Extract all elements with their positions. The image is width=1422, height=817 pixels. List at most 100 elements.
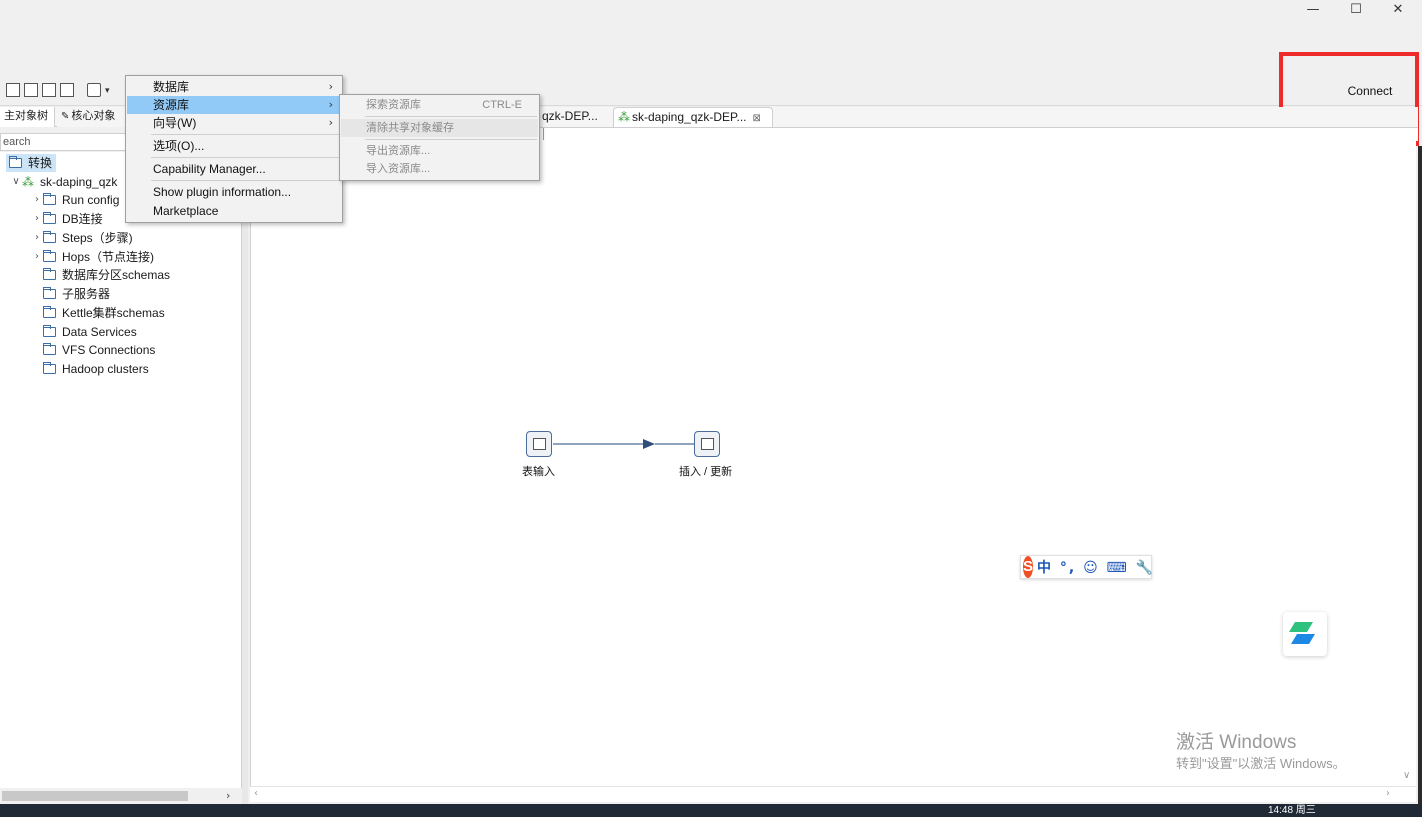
scroll-right-icon[interactable]: › xyxy=(1386,788,1390,799)
tree-item-vfs-connections[interactable]: VFS Connections xyxy=(43,341,155,359)
tree-item-hadoop-clusters[interactable]: Hadoop clusters xyxy=(43,360,149,378)
app-logo-icon[interactable] xyxy=(1283,612,1327,656)
tree-item-hops[interactable]: › Hops（节点连接) xyxy=(31,248,154,266)
folder-icon xyxy=(43,287,56,299)
submenu-item-explore-repository[interactable]: 探索资源库 CTRL-E xyxy=(341,96,538,114)
submenu-item-import-repository[interactable]: 导入资源库... xyxy=(341,160,538,178)
hop-arrow[interactable] xyxy=(553,436,695,452)
dropdown-caret-icon[interactable]: ▾ xyxy=(105,86,110,96)
collapsed-icon[interactable]: › xyxy=(31,229,43,247)
watermark-subtitle: 转到"设置"以激活 Windows。 xyxy=(1176,756,1346,771)
insert-update-icon xyxy=(701,438,714,450)
shortcut-label: CTRL-E xyxy=(482,99,522,111)
tree-item-steps[interactable]: › Steps（步骤) xyxy=(31,229,133,247)
menu-separator xyxy=(151,180,341,181)
tree-item-label: Run config xyxy=(62,193,120,207)
tab-core-objects-label: 核心对象 xyxy=(71,110,116,122)
menu-item-marketplace[interactable]: Marketplace xyxy=(127,202,341,220)
save-icon[interactable] xyxy=(42,83,56,97)
transformation-icon: ⁂ xyxy=(618,110,630,124)
scrollbar-thumb[interactable] xyxy=(2,791,188,801)
submenu-arrow-icon: › xyxy=(328,80,333,93)
tree-item-label: 数据库分区schemas xyxy=(62,268,171,282)
collapsed-icon[interactable]: › xyxy=(31,191,43,209)
tab-close-icon[interactable]: ⊠ xyxy=(753,113,761,124)
tab-core-objects[interactable]: ✎ 核心对象 xyxy=(57,107,127,127)
submenu-item-label: 探索资源库 xyxy=(366,99,421,111)
collapsed-icon[interactable]: › xyxy=(31,248,43,266)
menu-separator xyxy=(365,116,537,117)
tree-item-db[interactable]: › DB连接 xyxy=(31,210,103,228)
submenu-arrow-icon: › xyxy=(328,98,333,111)
ime-status[interactable]: 中 °, ☺ ⌨ 🔧 xyxy=(1037,557,1155,577)
transformation-canvas[interactable] xyxy=(250,141,1416,786)
ime-toolbar[interactable]: S 中 °, ☺ ⌨ 🔧 xyxy=(1020,555,1155,579)
folder-icon xyxy=(43,306,56,318)
menu-item-label: 数据库 xyxy=(153,80,190,94)
folder-icon xyxy=(43,268,56,280)
bottom-horizontal-scrollbar[interactable] xyxy=(250,786,1416,802)
search-input[interactable]: earch xyxy=(0,133,128,151)
tree-item-slave-servers[interactable]: 子服务器 xyxy=(43,285,110,303)
menu-item-repository[interactable]: 资源库 › xyxy=(127,96,341,114)
minimize-icon[interactable]: — xyxy=(1293,0,1333,18)
tab-label: sk-daping_qzk-DEP... xyxy=(632,110,747,124)
tree-item-run-config[interactable]: › Run config xyxy=(31,191,119,209)
object-tree: 转换 ∨ ⁂ sk-daping_qzk › Run config › DB连接… xyxy=(0,152,242,788)
tree-item-label: Hops（节点连接) xyxy=(62,250,155,264)
folder-icon xyxy=(43,250,56,262)
scroll-left-icon[interactable]: ‹ xyxy=(254,788,258,799)
table-input-icon xyxy=(533,438,546,450)
menu-separator xyxy=(365,139,537,140)
maximize-icon[interactable]: ☐ xyxy=(1336,0,1376,18)
menu-item-wizard[interactable]: 向导(W) › xyxy=(127,114,341,132)
folder-icon xyxy=(43,325,56,337)
subtab-divider xyxy=(540,128,544,140)
tab-main-object-tree[interactable]: 主对象树 xyxy=(0,107,55,127)
layers-icon[interactable] xyxy=(87,83,101,97)
window-edge xyxy=(1418,146,1422,804)
tree-root[interactable]: 转换 xyxy=(6,154,57,172)
scroll-down-icon[interactable]: ∨ xyxy=(1403,770,1410,781)
logo-graphic xyxy=(1289,622,1315,644)
tree-item-partition-schemas[interactable]: 数据库分区schemas xyxy=(43,266,170,284)
step-insert-update[interactable] xyxy=(694,431,720,457)
folder-icon xyxy=(43,343,56,355)
left-horizontal-scrollbar[interactable]: › xyxy=(0,788,242,804)
tree-item-data-services[interactable]: Data Services xyxy=(43,323,137,341)
folder-icon xyxy=(43,193,56,205)
step-table-input[interactable] xyxy=(526,431,552,457)
tree-item-label: Steps（步骤) xyxy=(62,231,133,245)
tree-item-cluster-schemas[interactable]: Kettle集群schemas xyxy=(43,304,165,322)
step-label: 表输入 xyxy=(522,466,555,478)
close-icon[interactable]: ✕ xyxy=(1378,0,1418,18)
right-vertical-scrollbar[interactable] xyxy=(1400,141,1416,786)
submenu-item-export-repository[interactable]: 导出资源库... xyxy=(341,142,538,160)
tree-transformation-label: sk-daping_qzk xyxy=(40,175,118,189)
tree-item-label: Hadoop clusters xyxy=(62,362,149,376)
menu-item-options[interactable]: 选项(O)... xyxy=(127,137,341,155)
folder-icon xyxy=(43,362,56,374)
menu-item-label: 资源库 xyxy=(153,98,190,112)
expand-icon[interactable]: ∨ xyxy=(10,173,22,191)
pencil-icon: ✎ xyxy=(61,111,70,122)
ime-logo-icon[interactable]: S xyxy=(1023,556,1034,578)
tools-menu: 数据库 › 资源库 › 向导(W) › 选项(O)... Capability … xyxy=(125,75,343,223)
tree-root-label: 转换 xyxy=(28,156,53,170)
collapsed-icon[interactable]: › xyxy=(31,210,43,228)
activation-watermark: 激活 Windows 转到"设置"以激活 Windows。 xyxy=(1176,732,1346,773)
new-file-icon[interactable] xyxy=(6,83,20,97)
tree-transformation[interactable]: ∨ ⁂ sk-daping_qzk xyxy=(10,173,117,191)
menu-item-database[interactable]: 数据库 › xyxy=(127,78,341,96)
save-as-icon[interactable] xyxy=(60,83,74,97)
tree-item-label: Data Services xyxy=(62,325,137,339)
scroll-right-icon[interactable]: › xyxy=(226,788,230,804)
tab-transformation-1[interactable]: qzk-DEP... xyxy=(538,107,602,127)
tree-item-label: Kettle集群schemas xyxy=(62,306,165,320)
submenu-item-clear-cache[interactable]: 清除共享对象缓存 xyxy=(341,119,538,137)
taskbar: 14:48 周三 xyxy=(0,804,1422,817)
menu-item-plugin-info[interactable]: Show plugin information... xyxy=(127,183,341,201)
menu-item-capability-manager[interactable]: Capability Manager... xyxy=(127,160,341,178)
tab-transformation-2[interactable]: ⁂ sk-daping_qzk-DEP... ⊠ xyxy=(613,107,773,127)
explore-icon[interactable] xyxy=(24,83,38,97)
